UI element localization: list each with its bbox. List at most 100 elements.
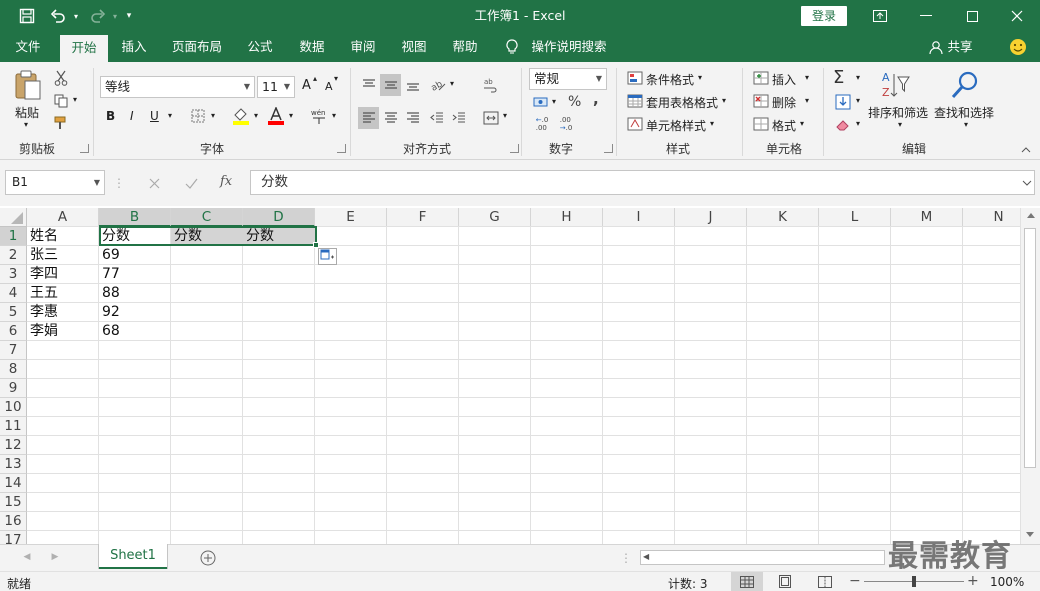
row-header-3[interactable]: 3 [0,265,27,284]
increase-decimal-icon[interactable]: ←.0.00 [531,115,553,133]
wrap-text-icon[interactable]: ab [480,74,502,96]
find-select-icon[interactable] [948,68,982,102]
accounting-dropdown-icon[interactable]: ▾ [552,97,556,106]
row-header-5[interactable]: 5 [0,303,27,322]
zoom-out-button[interactable]: − [849,573,861,589]
tab-formulas[interactable]: 公式 [238,32,282,62]
column-header-k[interactable]: K [747,208,819,227]
chevron-down-icon[interactable]: ▼ [592,69,606,89]
format-cells-button[interactable]: 格式 [772,117,796,134]
number-dialog-launcher[interactable] [604,144,613,153]
cell-a6[interactable]: 李娟 [27,322,99,341]
row-header-17[interactable]: 17 [0,531,27,544]
row-header-6[interactable]: 6 [0,322,27,341]
next-sheet-icon[interactable]: ▶ [48,550,62,564]
fill-color-dropdown-icon[interactable]: ▾ [254,111,258,120]
column-header-i[interactable]: I [603,208,675,227]
paste-icon[interactable] [12,68,44,102]
autosum-dropdown-icon[interactable]: ▾ [856,73,860,82]
copy-icon[interactable] [51,92,71,110]
tab-help[interactable]: 帮助 [443,32,487,62]
tab-data[interactable]: 数据 [290,32,334,62]
delete-cells-dropdown-icon[interactable]: ▾ [805,96,809,105]
clear-icon[interactable] [833,116,853,134]
accounting-format-icon[interactable] [531,93,551,113]
scroll-left-icon[interactable]: ◀ [643,552,649,561]
autosum-button[interactable]: Σ [833,67,844,88]
cell-a3[interactable]: 李四 [27,265,99,284]
borders-dropdown-icon[interactable]: ▾ [211,111,215,120]
zoom-in-button[interactable]: + [967,573,979,589]
smiley-feedback-icon[interactable] [1006,32,1030,62]
maximize-icon[interactable] [949,0,995,32]
cell-styles-button[interactable]: 单元格样式 [646,117,706,134]
borders-icon[interactable] [187,106,209,126]
save-icon[interactable] [14,0,40,32]
normal-view-icon[interactable] [731,572,763,591]
format-cells-dropdown-icon[interactable]: ▾ [800,119,804,128]
cell-styles-icon[interactable] [626,116,644,132]
column-header-j[interactable]: J [675,208,747,227]
align-bottom-icon[interactable] [402,74,423,96]
sort-filter-dropdown-icon[interactable]: ▾ [898,120,902,129]
cell-a2[interactable]: 张三 [27,246,99,265]
column-header-f[interactable]: F [387,208,459,227]
fill-color-icon[interactable] [230,105,252,127]
redo-dropdown-icon[interactable]: ▾ [110,0,120,32]
zoom-slider-thumb[interactable] [912,576,916,587]
page-layout-view-icon[interactable] [772,572,798,591]
cell-b4[interactable]: 88 [99,284,171,303]
cancel-entry-icon[interactable] [143,173,165,193]
find-select-dropdown-icon[interactable]: ▾ [964,120,968,129]
chevron-down-icon[interactable]: ▼ [240,77,254,97]
row-header-9[interactable]: 9 [0,379,27,398]
prev-sheet-icon[interactable]: ◀ [20,550,34,564]
format-as-table-icon[interactable] [626,93,644,109]
scroll-down-icon[interactable] [1020,528,1040,542]
delete-cells-icon[interactable] [752,93,770,109]
cell-b3[interactable]: 77 [99,265,171,284]
formula-bar-splitter-icon[interactable]: ⋮ [113,175,125,191]
person-icon[interactable] [926,32,946,62]
bold-button[interactable]: B [106,109,115,123]
align-top-icon[interactable] [358,74,379,96]
page-break-view-icon[interactable] [812,572,838,591]
tab-insert[interactable]: 插入 [112,32,156,62]
format-painter-icon[interactable] [51,114,71,132]
cell-b2[interactable]: 69 [99,246,171,265]
row-header-16[interactable]: 16 [0,512,27,531]
row-header-4[interactable]: 4 [0,284,27,303]
cell-styles-dropdown-icon[interactable]: ▾ [710,119,714,128]
row-header-11[interactable]: 11 [0,417,27,436]
column-header-h[interactable]: H [531,208,603,227]
name-box[interactable]: B1 ▼ [5,170,105,195]
column-header-c[interactable]: C [171,208,243,227]
comma-button[interactable]: , [593,90,599,108]
number-format-combo[interactable]: 常规 ▼ [529,68,607,90]
shrink-font-button[interactable]: A [325,80,333,93]
undo-icon[interactable] [46,0,70,32]
worksheet-grid[interactable]: ABCDEFGHIJKLMN 1 2 3 4 5 6 7 8 9 10 11 12 13 14 15 16 17… [0,206,1040,544]
cut-icon[interactable] [51,68,71,88]
insert-cells-icon[interactable] [752,70,770,86]
increase-indent-icon[interactable] [448,107,469,129]
row-header-1[interactable]: 1 [0,227,27,246]
phonetic-dropdown-icon[interactable]: ▾ [332,111,336,120]
column-header-m[interactable]: M [891,208,963,227]
formula-input[interactable]: 分数 [250,170,1035,195]
tab-view[interactable]: 视图 [392,32,436,62]
grow-font-button[interactable]: A [302,78,311,93]
align-right-icon[interactable] [402,107,423,129]
clipboard-dialog-launcher[interactable] [80,144,89,153]
tab-home[interactable]: 开始 [60,35,108,62]
italic-button[interactable]: I [130,109,134,123]
paste-options-icon[interactable] [318,248,337,265]
cell-a1[interactable]: 姓名 [27,227,99,246]
orientation-icon[interactable]: ab [427,74,449,96]
tab-page-layout[interactable]: 页面布局 [164,32,230,62]
cell-a5[interactable]: 李惠 [27,303,99,322]
expand-formula-bar-icon[interactable] [1020,174,1034,192]
decrease-indent-icon[interactable] [426,107,447,129]
row-header-2[interactable]: 2 [0,246,27,265]
row-header-7[interactable]: 7 [0,341,27,360]
